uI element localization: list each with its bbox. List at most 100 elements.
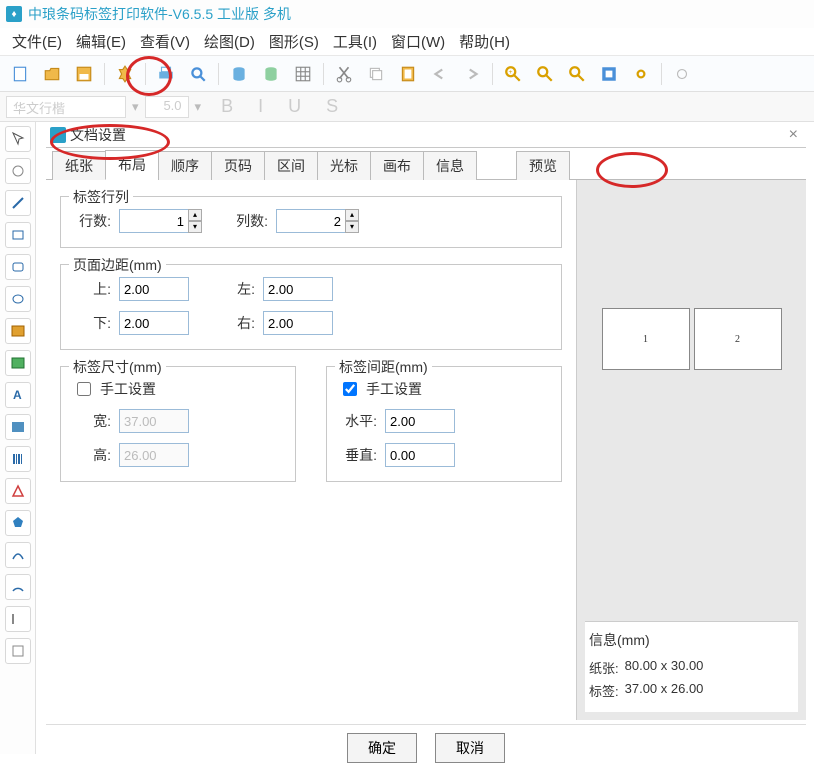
width-input	[119, 409, 189, 433]
doc-settings-icon[interactable]	[111, 60, 139, 88]
fieldset-rowcol: 标签行列 行数: ▴▾ 列数: ▴▾	[60, 196, 562, 248]
cols-up[interactable]: ▴	[345, 209, 359, 221]
dialog-title: 文档设置	[70, 125, 126, 145]
rows-down[interactable]: ▾	[188, 221, 202, 233]
print-preview-icon[interactable]	[184, 60, 212, 88]
gap-manual-check[interactable]: 手工设置	[339, 379, 549, 399]
tab-layout[interactable]: 布局	[105, 150, 159, 180]
image2-tool-icon[interactable]	[5, 350, 31, 376]
text-tool-icon[interactable]: A	[5, 382, 31, 408]
margin-bottom-label: 下:	[73, 313, 111, 333]
close-icon[interactable]: ×	[785, 126, 802, 144]
menu-view[interactable]: 查看(V)	[134, 29, 196, 54]
cols-down[interactable]: ▾	[345, 221, 359, 233]
tab-page[interactable]: 页码	[211, 151, 265, 180]
size-manual-check[interactable]: 手工设置	[73, 379, 283, 399]
open-icon[interactable]	[38, 60, 66, 88]
menu-help[interactable]: 帮助(H)	[453, 29, 516, 54]
font-size-input[interactable]: 5.0	[145, 96, 189, 118]
ellipse-tool-icon[interactable]	[5, 286, 31, 312]
image-tool-icon[interactable]	[5, 318, 31, 344]
fullscreen-icon[interactable]	[595, 60, 623, 88]
database-icon[interactable]	[225, 60, 253, 88]
dropdown-icon[interactable]: ▾	[132, 99, 139, 115]
undo-icon[interactable]	[426, 60, 454, 88]
gap-vt-label: 垂直:	[339, 445, 377, 465]
rect-tool-icon[interactable]	[5, 222, 31, 248]
tab-order[interactable]: 顺序	[158, 151, 212, 180]
tab-paper[interactable]: 纸张	[52, 151, 106, 180]
tab-info[interactable]: 信息	[423, 151, 477, 180]
arrow-tool-icon[interactable]	[5, 606, 31, 632]
margin-top-input[interactable]	[119, 277, 189, 301]
menu-tool[interactable]: 工具(I)	[327, 29, 383, 54]
link-icon[interactable]	[668, 60, 696, 88]
menu-file[interactable]: 文件(E)	[6, 29, 68, 54]
size-manual-checkbox[interactable]	[77, 382, 91, 396]
new-doc-icon[interactable]	[6, 60, 34, 88]
cols-label: 列数:	[230, 211, 268, 231]
margin-right-label: 右:	[217, 313, 255, 333]
gap-hz-input[interactable]	[385, 409, 455, 433]
cancel-button[interactable]: 取消	[435, 733, 505, 763]
redo-icon[interactable]	[458, 60, 486, 88]
roundrect-tool-icon[interactable]	[5, 254, 31, 280]
gap-vt-input[interactable]	[385, 443, 455, 467]
zoom-fit-icon[interactable]	[563, 60, 591, 88]
rows-label: 行数:	[73, 211, 111, 231]
tool-sidebar: A	[0, 122, 36, 754]
pan-tool-icon[interactable]	[5, 158, 31, 184]
zoom-in-icon[interactable]: +	[499, 60, 527, 88]
database2-icon[interactable]	[257, 60, 285, 88]
arc-tool-icon[interactable]	[5, 574, 31, 600]
ok-button[interactable]: 确定	[347, 733, 417, 763]
preview-labels: 1 2	[585, 308, 798, 370]
zoom-out-icon[interactable]	[531, 60, 559, 88]
margin-right-input[interactable]	[263, 311, 333, 335]
cut-icon[interactable]	[330, 60, 358, 88]
preview-cell-1: 1	[602, 308, 690, 370]
info-label-value: 37.00 x 26.00	[625, 681, 704, 700]
richtext-tool-icon[interactable]	[5, 414, 31, 440]
triangle-tool-icon[interactable]	[5, 478, 31, 504]
menu-edit[interactable]: 编辑(E)	[70, 29, 132, 54]
info-paper-label: 纸张:	[589, 658, 619, 677]
margin-left-input[interactable]	[263, 277, 333, 301]
tab-cursor[interactable]: 光标	[317, 151, 371, 180]
paste-icon[interactable]	[394, 60, 422, 88]
tab-preview[interactable]: 预览	[516, 151, 570, 180]
gap-hz-label: 水平:	[339, 411, 377, 431]
margin-bottom-input[interactable]	[119, 311, 189, 335]
separator	[218, 63, 219, 85]
tab-interval[interactable]: 区间	[264, 151, 318, 180]
rows-up[interactable]: ▴	[188, 209, 202, 221]
separator	[492, 63, 493, 85]
pointer-tool-icon[interactable]	[5, 126, 31, 152]
menu-draw[interactable]: 绘图(D)	[198, 29, 261, 54]
curve-tool-icon[interactable]	[5, 542, 31, 568]
save-icon[interactable]	[70, 60, 98, 88]
tab-canvas[interactable]: 画布	[370, 151, 424, 180]
rows-input[interactable]	[119, 209, 189, 233]
print-icon[interactable]	[152, 60, 180, 88]
polygon-tool-icon[interactable]	[5, 510, 31, 536]
separator	[661, 63, 662, 85]
size-manual-label: 手工设置	[100, 379, 156, 399]
settings-icon[interactable]	[627, 60, 655, 88]
angle-tool-icon[interactable]	[5, 638, 31, 664]
dialog-titlebar: 文档设置 ×	[46, 122, 806, 148]
copy-icon[interactable]	[362, 60, 390, 88]
legend-margins: 页面边距(mm)	[69, 255, 166, 275]
info-paper-value: 80.00 x 30.00	[625, 658, 704, 677]
font-style-buttons[interactable]: B I U S	[221, 96, 348, 117]
menu-window[interactable]: 窗口(W)	[385, 29, 451, 54]
grid-icon[interactable]	[289, 60, 317, 88]
cols-input[interactable]	[276, 209, 346, 233]
dropdown-icon[interactable]: ▾	[195, 99, 202, 115]
barcode-tool-icon[interactable]	[5, 446, 31, 472]
font-family-input[interactable]: 华文行楷	[6, 96, 126, 118]
line-tool-icon[interactable]	[5, 190, 31, 216]
preview-cell-2: 2	[694, 308, 782, 370]
menu-shape[interactable]: 图形(S)	[263, 29, 325, 54]
gap-manual-checkbox[interactable]	[343, 382, 357, 396]
